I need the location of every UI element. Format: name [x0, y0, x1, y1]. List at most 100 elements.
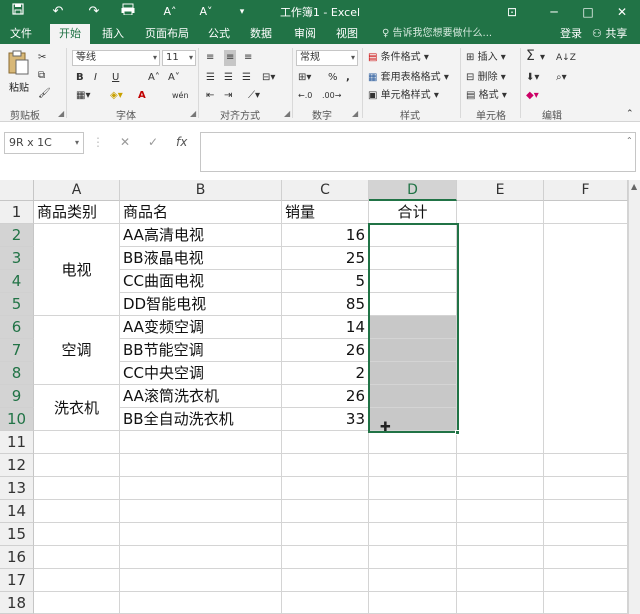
clipboard-launcher-icon[interactable]: ◢ [58, 109, 64, 118]
tab-home[interactable]: 开始 [50, 24, 90, 44]
tab-view[interactable]: 视图 [330, 24, 364, 44]
login-link[interactable]: 登录 [560, 24, 582, 44]
scroll-up-icon[interactable]: ▲ [631, 182, 637, 191]
total-cell[interactable] [369, 362, 457, 385]
sales-cell[interactable]: 85 [282, 293, 369, 316]
row-header[interactable]: 2 [0, 224, 34, 247]
insert-function-button[interactable]: fx [176, 135, 187, 149]
row-header[interactable]: 7 [0, 339, 34, 362]
row-header[interactable]: 9 [0, 385, 34, 408]
sales-cell[interactable]: 26 [282, 339, 369, 362]
font-launcher-icon[interactable]: ◢ [190, 109, 196, 118]
confirm-entry-button[interactable]: ✓ [148, 135, 158, 149]
column-header-b[interactable]: B [120, 180, 282, 201]
tab-insert[interactable]: 插入 [96, 24, 130, 44]
row-header[interactable]: 12 [0, 454, 34, 477]
align-middle-icon[interactable]: ≡ [224, 50, 237, 66]
close-button[interactable]: ✕ [608, 2, 636, 22]
align-right-icon[interactable]: ☰ [242, 70, 251, 86]
find-select-icon[interactable]: ⌕▾ [556, 70, 567, 86]
collapse-ribbon-icon[interactable]: ⌃ [626, 106, 634, 122]
column-header-d[interactable]: D [369, 180, 457, 201]
product-cell[interactable]: BB液晶电视 [120, 247, 282, 270]
align-top-icon[interactable]: ≡ [206, 50, 214, 66]
shrink-font-button[interactable]: A˅ [168, 70, 180, 86]
total-cell[interactable] [369, 316, 457, 339]
increase-indent-icon[interactable]: ⇥ [224, 88, 232, 104]
product-cell[interactable]: AA变频空调 [120, 316, 282, 339]
column-header-c[interactable]: C [282, 180, 369, 201]
product-cell[interactable]: BB节能空调 [120, 339, 282, 362]
sales-cell[interactable]: 14 [282, 316, 369, 339]
cell-c1[interactable]: 销量 [282, 201, 369, 224]
ribbon-display-options-icon[interactable]: ⊡ [498, 2, 526, 22]
cell[interactable] [457, 201, 544, 224]
underline-button[interactable]: U [112, 70, 119, 86]
autosum-button[interactable]: Σ [526, 48, 535, 64]
alignment-launcher-icon[interactable]: ◢ [284, 109, 290, 118]
font-name-dropdown[interactable]: 等线 ▾ [72, 50, 160, 66]
sales-cell[interactable]: 5 [282, 270, 369, 293]
align-bottom-icon[interactable]: ≡ [244, 50, 252, 66]
font-size-dropdown[interactable]: 11 ▾ [162, 50, 196, 66]
insert-cells-button[interactable]: ⊞ 插入 ▾ [466, 50, 506, 66]
tab-data[interactable]: 数据 [244, 24, 278, 44]
merge-center-icon[interactable]: ⊟▾ [262, 70, 275, 86]
share-button[interactable]: ⚇ 共享 [592, 24, 627, 44]
font-color-button[interactable]: A [138, 88, 146, 104]
sales-cell[interactable]: 26 [282, 385, 369, 408]
sales-cell[interactable]: 16 [282, 224, 369, 247]
select-all-corner[interactable] [0, 180, 34, 201]
copy-icon[interactable]: ⧉ [38, 68, 45, 84]
conditional-formatting-button[interactable]: ▤ 条件格式 ▾ [368, 50, 429, 66]
sort-filter-button[interactable]: A↓Z [556, 50, 576, 66]
fill-icon[interactable]: ⬇▾ [526, 70, 539, 86]
empty-region[interactable] [544, 224, 628, 431]
row-header[interactable]: 5 [0, 293, 34, 316]
sales-cell[interactable]: 25 [282, 247, 369, 270]
column-header-a[interactable]: A [34, 180, 120, 201]
clear-icon[interactable]: ◆▾ [526, 88, 539, 104]
row-header[interactable]: 8 [0, 362, 34, 385]
cell[interactable] [544, 201, 628, 224]
total-cell[interactable] [369, 270, 457, 293]
total-cell[interactable] [369, 339, 457, 362]
orientation-icon[interactable]: ⟋▾ [248, 88, 260, 104]
cell-styles-button[interactable]: ▣ 单元格样式 ▾ [368, 88, 439, 104]
row-header[interactable]: 6 [0, 316, 34, 339]
borders-icon[interactable]: ▦▾ [76, 88, 90, 104]
tab-file[interactable]: 文件 [4, 24, 38, 44]
empty-region[interactable] [457, 224, 544, 431]
cell[interactable] [457, 431, 544, 454]
total-cell[interactable] [369, 385, 457, 408]
row-header[interactable]: 18 [0, 592, 34, 614]
maximize-button[interactable]: □ [574, 2, 602, 22]
cell[interactable] [120, 431, 282, 454]
align-center-icon[interactable]: ☰ [224, 70, 233, 86]
category-cell-tv[interactable]: 电视 [34, 224, 120, 316]
category-cell-washer[interactable]: 洗衣机 [34, 385, 120, 431]
row-header[interactable]: 16 [0, 546, 34, 569]
bold-button[interactable]: B [76, 70, 84, 86]
tab-page-layout[interactable]: 页面布局 [140, 24, 194, 44]
product-cell[interactable]: CC中央空调 [120, 362, 282, 385]
paste-button[interactable]: 粘贴 [6, 50, 32, 100]
cell[interactable] [34, 431, 120, 454]
tab-formulas[interactable]: 公式 [202, 24, 236, 44]
cell[interactable] [544, 431, 628, 454]
format-cells-button[interactable]: ▤ 格式 ▾ [466, 88, 507, 104]
format-as-table-button[interactable]: ▦ 套用表格格式 ▾ [368, 70, 449, 86]
decrease-decimal-icon[interactable]: .00→ [322, 88, 341, 104]
row-header[interactable]: 3 [0, 247, 34, 270]
comma-button[interactable]: , [346, 70, 350, 86]
row-header[interactable]: 10 [0, 408, 34, 431]
number-format-dropdown[interactable]: 常规 ▾ [296, 50, 358, 66]
accounting-format-icon[interactable]: ⊞▾ [298, 70, 311, 86]
column-header-f[interactable]: F [544, 180, 628, 201]
grow-font-button[interactable]: A˄ [148, 70, 160, 86]
formula-input[interactable] [200, 132, 636, 172]
increase-decimal-icon[interactable]: ←.0 [298, 88, 312, 104]
product-cell[interactable]: BB全自动洗衣机 [120, 408, 282, 431]
total-cell[interactable] [369, 224, 457, 247]
row-header[interactable]: 13 [0, 477, 34, 500]
